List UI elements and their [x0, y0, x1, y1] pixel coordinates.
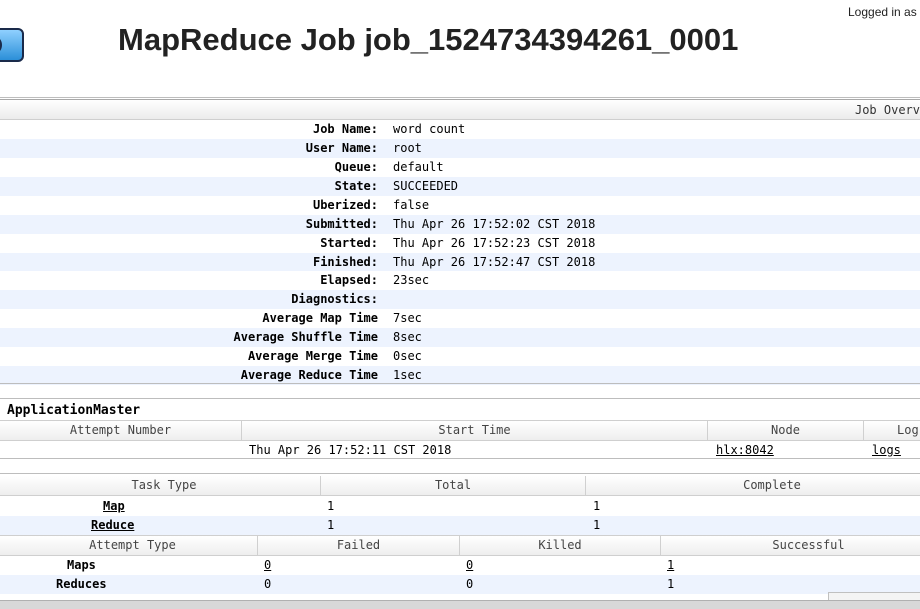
info-row-started: Started: Thu Apr 26 17:52:23 CST 2018: [0, 234, 920, 253]
info-label: Started:: [320, 236, 378, 250]
successful-count-link[interactable]: 1: [667, 558, 674, 572]
col-attempt-number[interactable]: Attempt Number: [0, 421, 242, 440]
col-attempt-type[interactable]: Attempt Type: [0, 536, 258, 555]
login-status: Logged in as: [848, 5, 917, 19]
task-complete: 1: [593, 499, 601, 513]
info-value: Thu Apr 26 17:52:47 CST 2018: [393, 255, 596, 269]
tasks-row-map: Map 1 1: [0, 497, 920, 516]
info-value: 7sec: [393, 311, 422, 325]
col-complete[interactable]: Complete: [586, 476, 920, 495]
info-label: Uberized:: [312, 198, 378, 212]
task-total: 1: [327, 499, 335, 513]
info-value: Thu Apr 26 17:52:23 CST 2018: [393, 236, 596, 250]
info-row-queue: Queue: default: [0, 158, 920, 177]
page-title: MapReduce Job job_1524734394261_0001: [118, 22, 739, 57]
info-label: Elapsed:: [320, 273, 378, 287]
overview-divider: [0, 383, 920, 384]
attempts-table-header: Attempt Type Failed Killed Successful: [0, 535, 920, 556]
am-logs-link[interactable]: logs: [872, 443, 901, 457]
info-row-state: State: SUCCEEDED: [0, 177, 920, 196]
info-row-diagnostics: Diagnostics:: [0, 290, 920, 309]
successful-count: 1: [667, 577, 675, 591]
col-failed[interactable]: Failed: [258, 536, 460, 555]
am-table-header: Attempt Number Start Time Node Log: [0, 420, 920, 441]
am-start-time: Thu Apr 26 17:52:11 CST 2018: [249, 443, 452, 457]
info-value: Thu Apr 26 17:52:02 CST 2018: [393, 217, 596, 231]
info-row-submitted: Submitted: Thu Apr 26 17:52:02 CST 2018: [0, 215, 920, 234]
col-total[interactable]: Total: [321, 476, 586, 495]
info-label: Submitted:: [305, 217, 378, 231]
job-overview-header: Job Overv: [0, 99, 920, 120]
info-row-avg-shuffle-time: Average Shuffle Time 8sec: [0, 328, 920, 347]
info-label: Average Reduce Time: [240, 368, 378, 382]
am-divider-top: [0, 398, 920, 399]
info-value: 8sec: [393, 330, 422, 344]
col-task-type[interactable]: Task Type: [0, 476, 321, 495]
info-value: word count: [393, 122, 466, 136]
job-overview-title: Job Overv: [854, 103, 920, 117]
info-label: Average Shuffle Time: [233, 330, 379, 344]
info-row-uberized: Uberized: false: [0, 196, 920, 215]
attempt-type: Maps: [67, 558, 96, 572]
info-row-avg-merge-time: Average Merge Time 0sec: [0, 347, 920, 366]
col-killed[interactable]: Killed: [460, 536, 661, 555]
hadoop-logo-icon[interactable]: [0, 28, 24, 62]
task-type-map-link[interactable]: Map: [103, 499, 125, 513]
info-label: Average Merge Time: [247, 349, 378, 363]
task-total: 1: [327, 518, 335, 532]
info-value: root: [393, 141, 422, 155]
task-type-reduce-link[interactable]: Reduce: [91, 518, 134, 532]
info-label: Finished:: [312, 255, 378, 269]
header-divider: [0, 97, 920, 98]
failed-count-link[interactable]: 0: [264, 558, 271, 572]
tasks-row-reduce: Reduce 1 1: [0, 516, 920, 535]
info-value: 23sec: [393, 273, 430, 287]
info-label: Average Map Time: [262, 311, 378, 325]
info-label: Diagnostics:: [291, 292, 378, 306]
info-value: SUCCEEDED: [393, 179, 459, 193]
info-value: 0sec: [393, 349, 422, 363]
info-value: default: [393, 160, 444, 174]
tasks-table-header: Task Type Total Complete: [0, 476, 920, 496]
info-row-avg-map-time: Average Map Time 7sec: [0, 309, 920, 328]
am-node-link[interactable]: hlx:8042: [716, 443, 774, 457]
info-row-finished: Finished: Thu Apr 26 17:52:47 CST 2018: [0, 253, 920, 272]
attempts-row-reduces: Reduces 0 0 1: [0, 575, 920, 594]
task-complete: 1: [593, 518, 601, 532]
info-value: 1sec: [393, 368, 422, 382]
col-node[interactable]: Node: [708, 421, 864, 440]
application-master-heading: ApplicationMaster: [7, 403, 141, 418]
col-successful[interactable]: Successful: [661, 536, 920, 555]
info-row-job-name: Job Name: word count: [0, 120, 920, 139]
attempts-row-maps: Maps 0 0 1: [0, 556, 920, 575]
info-label: Queue:: [334, 160, 378, 174]
info-label: State:: [334, 179, 378, 193]
killed-count: 0: [466, 577, 474, 591]
col-start-time[interactable]: Start Time: [242, 421, 708, 440]
tasks-divider-top: [0, 473, 920, 474]
info-value: false: [393, 198, 430, 212]
am-divider-bottom: [0, 458, 920, 459]
failed-count: 0: [264, 577, 272, 591]
attempt-type: Reduces: [56, 577, 107, 591]
info-row-user-name: User Name: root: [0, 139, 920, 158]
killed-count-link[interactable]: 0: [466, 558, 473, 572]
info-label: User Name:: [305, 141, 378, 155]
info-row-elapsed: Elapsed: 23sec: [0, 271, 920, 290]
col-logs[interactable]: Log: [864, 421, 920, 440]
info-label: Job Name:: [312, 122, 378, 136]
